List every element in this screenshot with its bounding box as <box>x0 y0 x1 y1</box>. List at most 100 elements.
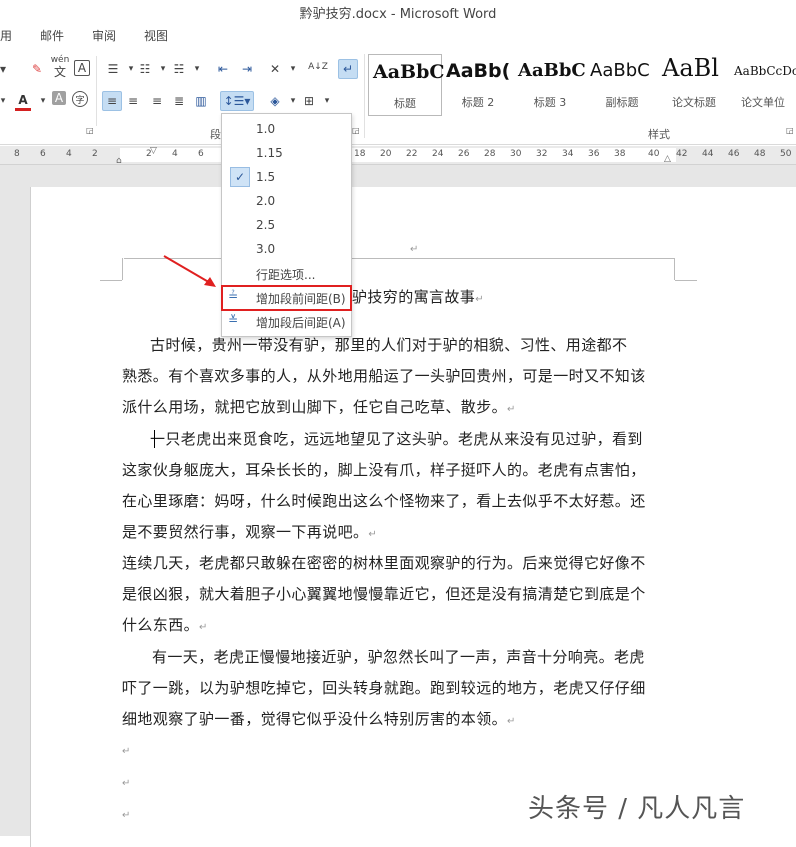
tab-view[interactable]: 视图 <box>144 27 168 44</box>
text-line-last: 什么东西。↵ <box>122 610 670 643</box>
styles-dialog-launcher-icon[interactable]: ◲ <box>786 126 794 135</box>
align-left-icon[interactable]: ≡ <box>102 91 122 111</box>
style-name: 论文标题 <box>672 96 716 109</box>
option-label: 增加段后间距(A) <box>256 316 346 330</box>
enclose-char-icon[interactable]: 字 <box>72 91 88 107</box>
style-heading-3[interactable]: AaBbC 标题 3 <box>514 54 586 114</box>
ruler-number: 46 <box>728 149 740 159</box>
borders-dropdown-icon[interactable]: ▾ <box>318 92 336 110</box>
line-spacing-option-2-0[interactable]: 2.0 <box>222 190 351 214</box>
multilevel-list-icon[interactable]: ☵ <box>170 60 188 78</box>
space-after-icon: ≚ <box>228 313 239 327</box>
font-size-down-icon[interactable]: ▾ <box>0 60 12 78</box>
document-title[interactable]: 驴技穷的寓言故事↵ <box>352 282 512 315</box>
line-spacing-option-1-0[interactable]: 1.0 <box>222 118 351 142</box>
ruler-number: 36 <box>588 149 600 159</box>
line-spacing-option-2-5[interactable]: 2.5 <box>222 214 351 238</box>
paragraph[interactable]: 连续几天，老虎都只敢躲在密密的树林里面观察驴的行为。后来觉得它好像不 是很凶狠，… <box>122 548 670 643</box>
align-center-icon[interactable]: ≡ <box>124 92 142 110</box>
style-subtitle[interactable]: AaBbC 副标题 <box>586 54 658 114</box>
line-spacing-button[interactable]: ↕☰▾ <box>220 91 254 111</box>
show-hide-marks-icon[interactable]: ↵ <box>338 59 358 79</box>
paragraph[interactable]: 古时候，贵州一带没有驴，那里的人们对于驴的相貌、习性、用途都不 熟悉。有个喜欢多… <box>122 330 670 425</box>
font-color-dropdown-icon[interactable]: ▾ <box>34 92 52 110</box>
line-spacing-option-1-15[interactable]: 1.15 <box>222 142 351 166</box>
numbering-icon[interactable]: ☷ <box>136 60 154 78</box>
align-right-icon[interactable]: ≡ <box>148 92 166 110</box>
char-shading-icon[interactable]: A <box>52 91 66 105</box>
option-label: 3.0 <box>256 242 276 256</box>
paragraph-mark-icon: ↵ <box>199 622 208 633</box>
add-space-after-item[interactable]: ≚ 增加段后间距(A) <box>222 310 351 334</box>
decrease-indent-icon[interactable]: ⇤ <box>214 60 232 78</box>
ruler-number: 32 <box>536 149 548 159</box>
distributed-icon[interactable]: ▥ <box>192 92 210 110</box>
header-corner <box>100 280 122 281</box>
paragraph-mark-icon: ↵ <box>507 404 516 415</box>
annotation-arrow-icon <box>163 255 216 287</box>
increase-indent-icon[interactable]: ⇥ <box>238 60 256 78</box>
ribbon-separator <box>96 56 97 126</box>
ruler-number: 34 <box>562 149 574 159</box>
line-spacing-options-item[interactable]: 行距选项... <box>222 262 351 286</box>
font-dialog-launcher-icon[interactable]: ◲ <box>86 126 94 135</box>
ruler-number: 6 <box>40 149 46 159</box>
styles-gallery: AaBbC 标题 AaBb( 标题 2 AaBbC 标题 3 AaBbC 副标题… <box>366 54 796 118</box>
paragraph-mark-icon: ↵ <box>475 294 484 305</box>
watermark: 头条号 / 凡人凡言 <box>528 794 746 824</box>
add-space-before-item[interactable]: ≟ 增加段前间距(B) <box>221 285 352 311</box>
borders-icon[interactable]: ⊞ <box>300 92 318 110</box>
multilevel-dropdown-icon[interactable]: ▾ <box>188 60 206 78</box>
tab-mailings[interactable]: 邮件 <box>40 27 64 44</box>
right-indent-marker-icon[interactable]: △ <box>664 154 671 164</box>
style-name: 标题 2 <box>461 96 495 109</box>
ruler-number: 44 <box>702 149 714 159</box>
ruler-number: 6 <box>198 149 204 159</box>
ruler-number: 2 <box>92 149 98 159</box>
phonetic-guide-icon[interactable]: wén 文 <box>50 56 70 80</box>
char-border-icon[interactable]: A <box>74 60 90 76</box>
header-corner <box>674 258 675 280</box>
text-effect-dropdown-icon[interactable]: ▾ <box>0 92 12 110</box>
style-heading[interactable]: AaBbC 标题 <box>368 54 445 116</box>
shading-icon[interactable]: ◈ <box>266 92 284 110</box>
clear-format-icon[interactable]: ✎ <box>28 60 46 78</box>
style-name: 标题 <box>394 97 416 110</box>
text-line: 在心里琢磨：妈呀，什么时候跑出这么个怪物来了，看上去似乎不太好惹。还 <box>122 492 646 510</box>
ruler-number: 40 <box>648 149 660 159</box>
text-line: 有一天，老虎正慢慢地接近驴，驴忽然长叫了一声，声音十分响亮。老虎 <box>152 648 645 666</box>
style-preview: AaBbCcDc <box>734 64 796 78</box>
style-thesis-title[interactable]: AaBl 论文标题 <box>658 54 730 114</box>
style-preview: AaBb( <box>446 60 511 82</box>
style-thesis-unit[interactable]: AaBbCcDc 论文单位 <box>730 54 796 114</box>
tab-review[interactable]: 审阅 <box>92 27 116 44</box>
font-color-icon[interactable]: A <box>14 91 32 109</box>
chinese-layout-dropdown-icon[interactable]: ▾ <box>284 60 302 78</box>
style-preview: AaBbC <box>373 61 445 83</box>
paragraph-mark-icon: ↵ <box>410 244 419 255</box>
paragraph[interactable]: 一只老虎出来觅食吃，远远地望见了这头驴。老虎从来没有见过驴，看到 这家伙身躯庞大… <box>122 424 670 550</box>
line-spacing-option-3-0[interactable]: 3.0 <box>222 238 351 262</box>
header-corner <box>675 280 697 281</box>
option-label: 行距选项... <box>256 268 316 282</box>
text-line: 古时候，贵州一带没有驴，那里的人们对于驴的相貌、习性、用途都不 <box>150 336 628 354</box>
ruler-number: 8 <box>14 149 20 159</box>
ruler-number: 30 <box>510 149 522 159</box>
paragraph-dialog-launcher-icon[interactable]: ◲ <box>352 126 360 135</box>
line-spacing-menu: 1.0 1.15 ✓ 1.5 2.0 2.5 3.0 行距选项... ≟ 增加段前间… <box>221 113 352 337</box>
horizontal-ruler[interactable]: 8 6 4 2 2 4 6 18 20 22 24 26 28 30 32 34… <box>0 146 796 166</box>
paragraph[interactable]: 有一天，老虎正慢慢地接近驴，驴忽然长叫了一声，声音十分响亮。老虎 吓了一跳，以为… <box>122 642 670 737</box>
bullets-icon[interactable]: ☰ <box>104 60 122 78</box>
font-color-swatch <box>15 108 31 111</box>
justify-icon[interactable]: ≣ <box>170 92 188 110</box>
option-label: 1.15 <box>256 146 283 160</box>
text-line: 是很凶狠，就大着胆子小心翼翼地慢慢靠近它，但还是没有搞清楚它到底是个 <box>122 585 646 603</box>
first-line-indent-marker-icon[interactable]: ▽ <box>150 146 157 156</box>
tab-use[interactable]: 用 <box>0 27 12 44</box>
chinese-layout-icon[interactable]: ✕ <box>266 60 284 78</box>
line-spacing-option-1-5[interactable]: ✓ 1.5 <box>222 166 351 190</box>
style-heading-2[interactable]: AaBb( 标题 2 <box>442 54 514 114</box>
sort-icon[interactable]: A↓Z <box>308 58 328 76</box>
ruler-number: 22 <box>406 149 418 159</box>
paragraph-mark-icon: ↵ <box>368 529 378 540</box>
